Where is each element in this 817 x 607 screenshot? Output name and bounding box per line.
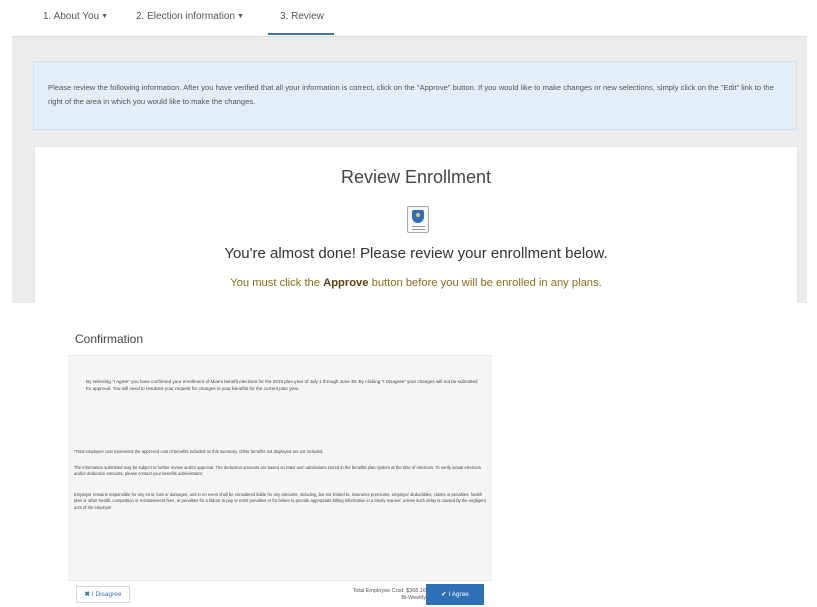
x-icon: ✖ <box>84 591 90 598</box>
total-employee-cost: Total Employee Cost: $368.16 Bi-Weekly <box>338 588 426 602</box>
warning-suffix: button before you will be enrolled in an… <box>368 277 602 289</box>
tab-label: 3. Review <box>280 11 324 22</box>
dialog-title: Confirmation <box>75 332 144 346</box>
tab-label: 2. Election information <box>136 11 235 22</box>
confirmation-statement: By selecting "I Agree" you have confirme… <box>86 379 478 391</box>
approve-warning: You must click the Approve button before… <box>35 277 797 289</box>
shield-document-icon <box>407 206 429 233</box>
tab-about-you[interactable]: 1. About You ▼ <box>43 11 108 22</box>
chevron-down-icon: ▼ <box>101 13 109 20</box>
disclaimer-liability: Employer remains responsible for any err… <box>74 492 486 510</box>
disclaimer-review: The information submitted may be subject… <box>74 465 481 477</box>
confirmation-dialog: Confirmation By selecting "I Agree" you … <box>68 318 492 607</box>
agree-label: I Agree <box>448 591 469 598</box>
active-tab-indicator <box>268 33 334 35</box>
tab-election-information[interactable]: 2. Election information ▼ <box>136 11 244 22</box>
tab-label: 1. About You <box>43 11 100 22</box>
chevron-down-icon: ▼ <box>236 13 244 20</box>
almost-done-message: You're almost done! Please review your e… <box>224 245 608 262</box>
disclaimer-total-cost: *Total employee cost represents the appr… <box>74 449 324 454</box>
agree-button[interactable]: ✔ I Agree <box>426 584 484 605</box>
disagree-button[interactable]: ✖ I Disagree <box>76 586 130 603</box>
disagree-label: I Disagree <box>91 591 122 598</box>
checkmark-icon: ✔ <box>441 591 447 598</box>
tab-review[interactable]: 3. Review <box>280 11 324 22</box>
dialog-footer: ✖ I Disagree Total Employee Cost: $368.16… <box>68 580 492 607</box>
total-cost-frequency: Bi-Weekly <box>401 595 426 601</box>
info-message: Please review the following information.… <box>48 83 774 106</box>
approve-emphasis: Approve <box>323 277 369 289</box>
page-title: Review Enrollment <box>340 167 492 187</box>
warning-prefix: You must click the <box>230 277 324 289</box>
wizard-tabs: 1. About You ▼ 2. Election information ▼ 3… <box>0 0 817 36</box>
review-enrollment-card: Review Enrollment You're almost done! Pl… <box>34 146 798 303</box>
info-alert: Please review the following information.… <box>33 61 797 130</box>
total-cost-amount: Total Employee Cost: $368.16 <box>352 588 426 594</box>
